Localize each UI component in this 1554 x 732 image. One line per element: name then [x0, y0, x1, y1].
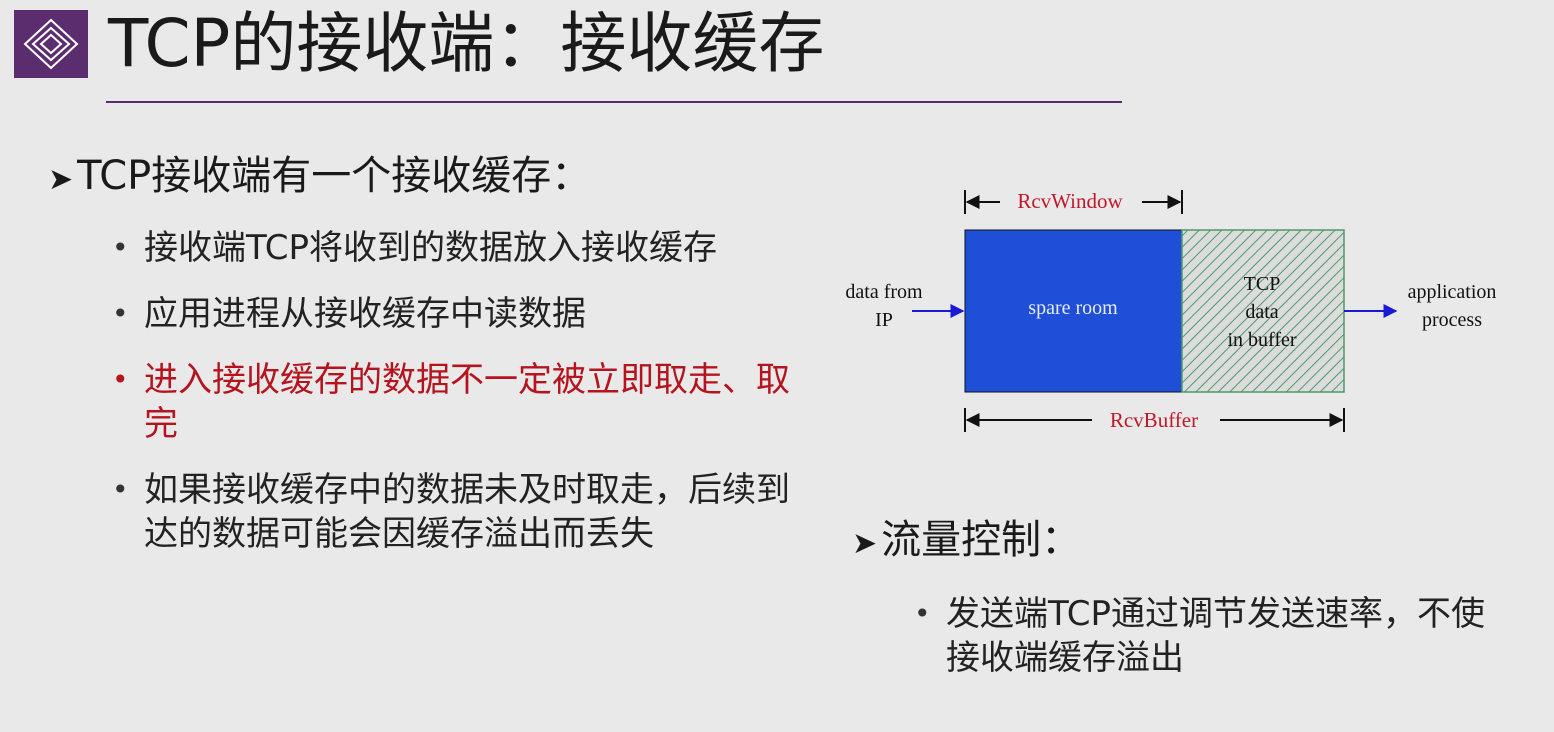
bullet-text: 进入接收缓存的数据不一定被立即取走、取完 [144, 360, 790, 444]
bullet-text: 接收端TCP将收到的数据放入接收缓存 [144, 228, 718, 268]
tcp-data-label-line1: TCP [1244, 273, 1281, 295]
tcp-data-label-line3: in buffer [1227, 329, 1296, 351]
bullet-text: 如果接收缓存中的数据未及时取走，后续到达的数据可能会因缓存溢出而丢失 [144, 470, 790, 554]
output-label-line2: process [1422, 309, 1482, 331]
spare-room-label: spare room [1028, 297, 1118, 319]
input-label-line1: data from [845, 281, 923, 303]
rcv-buffer-label: RcvBuffer [1110, 408, 1198, 432]
slide-title: TCP的接收端：接收缓存 [108, 5, 825, 82]
section-heading-text: 流量控制： [881, 517, 1082, 563]
tcp-data-label-line2: data [1245, 301, 1278, 323]
bullet-dot-icon: • [914, 597, 931, 630]
bullet-dot-icon: • [112, 231, 129, 264]
section-heading-receive-buffer: ➤ TCP接收端有一个接收缓存： [48, 152, 591, 204]
bullet-text: 应用进程从接收缓存中读数据 [144, 294, 586, 334]
bullet-item: • 接收端TCP将收到的数据放入接收缓存 [110, 226, 800, 270]
flow-control-bullet-list: • 发送端TCP通过调节发送速率，不使接收端缓存溢出 [912, 592, 1512, 680]
arrowhead-icon: ➤ [48, 162, 74, 197]
slide-logo-icon [14, 10, 88, 78]
bullet-dot-icon: • [112, 297, 129, 330]
title-divider [106, 101, 1122, 103]
bullet-text: 发送端TCP通过调节发送速率，不使接收端缓存溢出 [946, 594, 1486, 678]
arrowhead-icon: ➤ [852, 526, 878, 561]
input-label-line2: IP [875, 309, 893, 331]
receive-buffer-diagram: RcvWindow spare room TCP data in buffer … [845, 189, 1497, 432]
section-heading-flow-control: ➤ 流量控制： [852, 516, 1081, 568]
bullet-dot-icon: • [112, 363, 129, 396]
output-label-line1: application [1408, 281, 1497, 303]
receive-buffer-bullet-list: • 接收端TCP将收到的数据放入接收缓存 • 应用进程从接收缓存中读数据 • 进… [110, 226, 800, 578]
bullet-item: • 发送端TCP通过调节发送速率，不使接收端缓存溢出 [912, 592, 1512, 680]
bullet-dot-icon: • [112, 473, 129, 506]
bullet-item-highlighted: • 进入接收缓存的数据不一定被立即取走、取完 [110, 358, 800, 446]
bullet-item: • 如果接收缓存中的数据未及时取走，后续到达的数据可能会因缓存溢出而丢失 [110, 468, 800, 556]
rcv-window-label: RcvWindow [1017, 189, 1123, 213]
section-heading-text: TCP接收端有一个接收缓存： [77, 153, 592, 199]
bullet-item: • 应用进程从接收缓存中读数据 [110, 292, 800, 336]
